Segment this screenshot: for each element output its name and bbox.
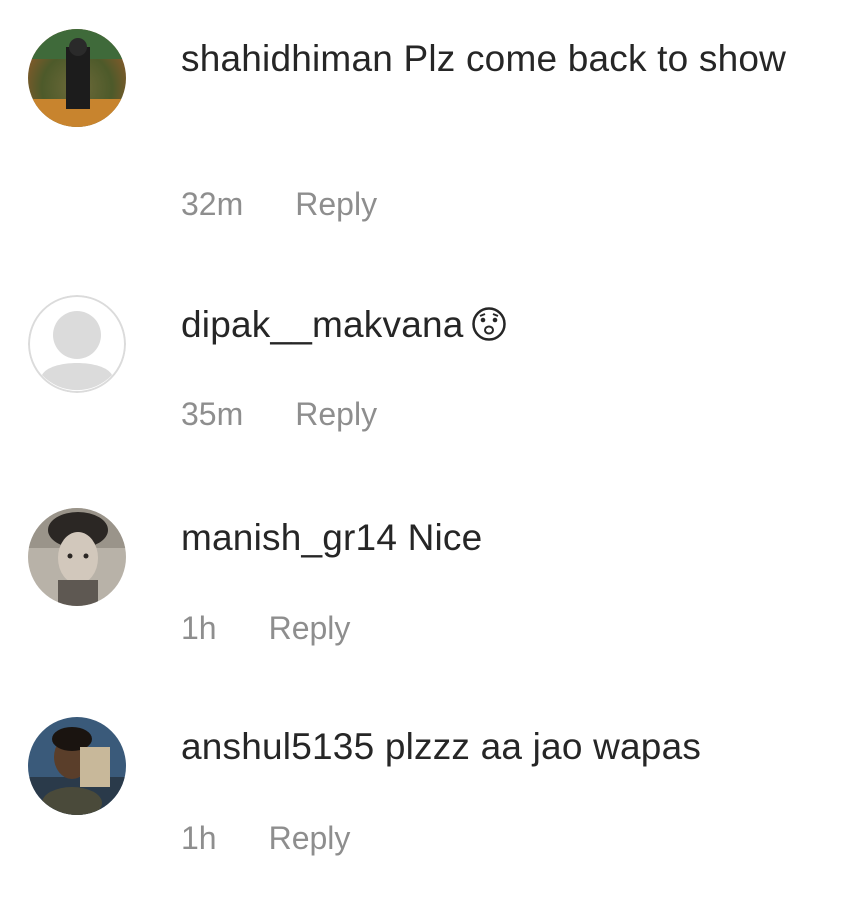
comment-username[interactable]: shahidhiman [181, 38, 393, 79]
avatar-photo [28, 29, 126, 127]
comment-body: manish_gr14 Nice [181, 512, 830, 563]
comment-meta: 35m Reply [181, 394, 377, 434]
reply-button[interactable]: Reply [269, 608, 351, 648]
comment-meta: 1h Reply [181, 608, 350, 648]
comment-body: anshul5135 plzzz aa jao wapas [181, 721, 830, 772]
comment-text: Nice [407, 517, 483, 558]
reply-button[interactable]: Reply [295, 394, 377, 434]
comment-username[interactable]: dipak__makvana [181, 304, 464, 345]
avatar-photo [28, 717, 126, 815]
comment-meta: 32m Reply [181, 184, 377, 224]
reply-button[interactable]: Reply [295, 184, 377, 224]
comment-timestamp[interactable]: 32m [181, 184, 243, 224]
avatar[interactable] [28, 508, 126, 606]
comment-meta: 1h Reply [181, 818, 350, 858]
comment-username[interactable]: anshul5135 [181, 726, 374, 767]
comment-body: dipak__makvana [181, 299, 830, 350]
comment-text: plzzz aa jao wapas [384, 726, 702, 767]
comment-username[interactable]: manish_gr14 [181, 517, 397, 558]
reply-button[interactable]: Reply [269, 818, 351, 858]
comment-text: Plz come back to show [403, 38, 787, 79]
avatar-photo [28, 508, 126, 606]
comment-timestamp[interactable]: 35m [181, 394, 243, 434]
avatar[interactable] [28, 717, 126, 815]
avatar[interactable] [28, 29, 126, 127]
comment-timestamp[interactable]: 1h [181, 608, 217, 648]
hushed-face-emoji-icon [470, 305, 508, 343]
default-avatar-icon [28, 295, 126, 393]
comment-body: shahidhiman Plz come back to show [181, 33, 830, 84]
avatar[interactable] [28, 295, 126, 393]
comment-timestamp[interactable]: 1h [181, 818, 217, 858]
